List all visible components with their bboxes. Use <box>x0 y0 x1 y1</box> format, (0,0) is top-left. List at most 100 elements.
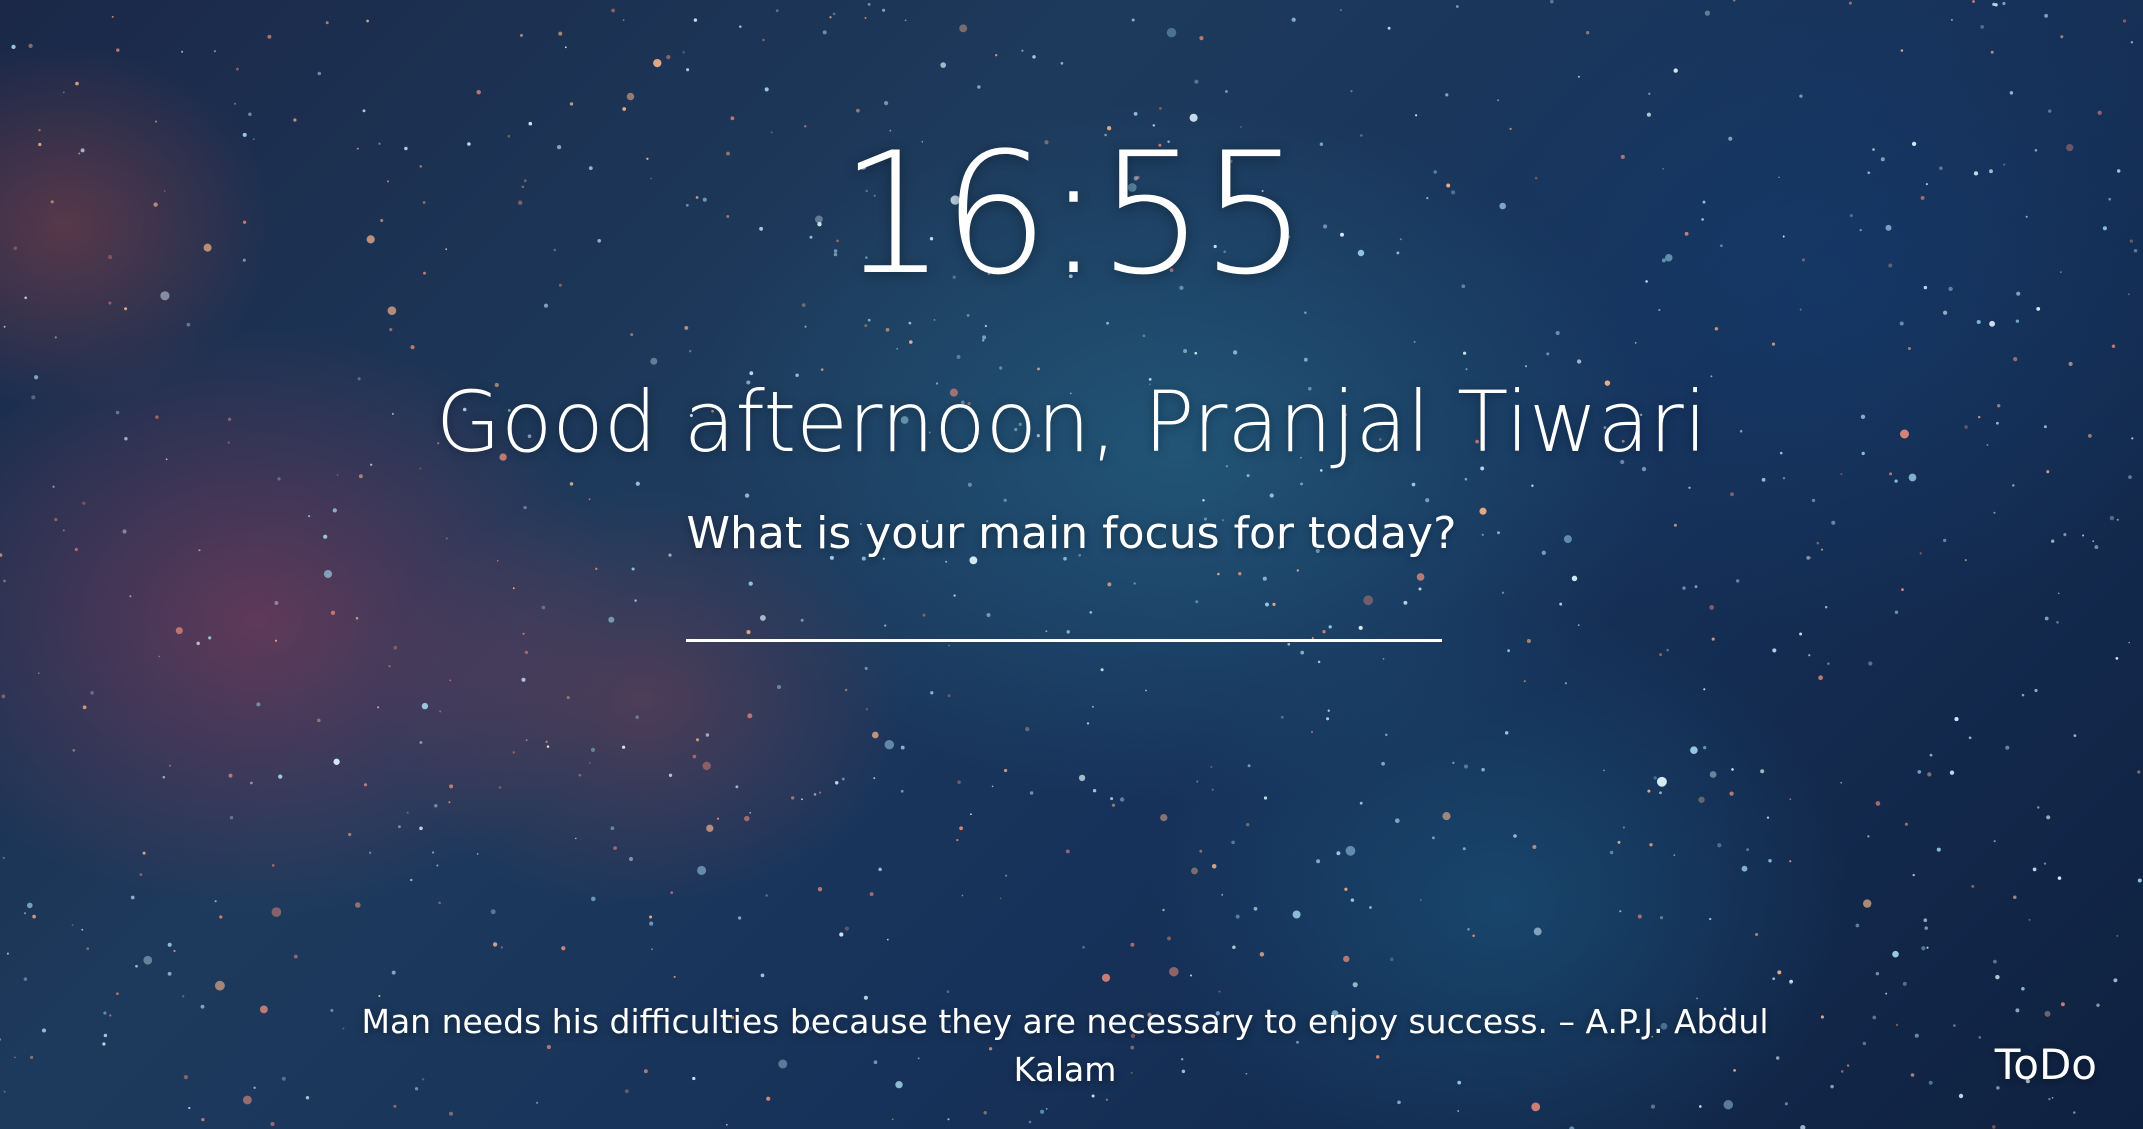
star-speck <box>270 1121 275 1127</box>
star-speck <box>377 706 380 709</box>
star-speck <box>139 873 143 877</box>
star-speck <box>1694 585 1698 589</box>
star-speck <box>250 781 253 785</box>
star-speck <box>1907 346 1911 351</box>
star-speck <box>2128 641 2131 644</box>
star-speck <box>71 924 74 926</box>
star-speck <box>981 339 985 342</box>
star-speck <box>1942 310 1948 315</box>
star-speck <box>1316 859 1321 864</box>
star-speck <box>1646 112 1651 117</box>
star-speck <box>1021 49 1024 52</box>
star-speck <box>1425 498 1430 503</box>
star-speck <box>2057 876 2062 880</box>
star-speck <box>1659 916 1664 920</box>
star-speck <box>744 493 750 498</box>
star-speck <box>1768 858 1772 863</box>
star-speck <box>613 846 617 850</box>
star-speck <box>948 644 951 647</box>
star-speck <box>1040 1109 1045 1114</box>
star-speck <box>1191 867 1198 875</box>
star-speck <box>947 694 951 698</box>
star-speck <box>737 916 742 920</box>
star-speck <box>1808 654 1811 657</box>
focus-input[interactable] <box>686 586 1442 642</box>
star-speck <box>1352 982 1358 988</box>
star-speck <box>1703 746 1707 750</box>
star-speck <box>765 894 768 897</box>
star-speck <box>6 952 9 955</box>
star-speck <box>0 1038 2 1041</box>
star-speck <box>1637 914 1642 919</box>
star-speck <box>387 306 397 316</box>
star-speck <box>1777 970 1782 975</box>
star-speck <box>775 9 779 13</box>
star-speck <box>1005 874 1008 877</box>
star-speck <box>325 21 329 25</box>
greeting-text: Good afternoon, Pranjal Tiwari <box>435 373 1708 471</box>
star-speck <box>1994 3 1998 7</box>
star-speck <box>274 600 279 606</box>
star-speck <box>1872 1015 1877 1020</box>
star-speck <box>1811 498 1816 503</box>
star-speck <box>1782 476 1786 480</box>
star-speck <box>1895 1023 1899 1027</box>
star-speck <box>869 892 874 897</box>
star-speck <box>1105 1098 1109 1102</box>
star-speck <box>1394 818 1400 824</box>
star-speck <box>130 895 135 900</box>
star-speck <box>595 567 598 571</box>
star-speck <box>183 1074 189 1080</box>
clock-time: 16:55 <box>839 116 1307 312</box>
star-speck <box>1389 957 1394 962</box>
star-speck <box>1993 840 1996 843</box>
star-speck <box>1840 1070 1844 1073</box>
star-speck <box>1457 1110 1460 1112</box>
star-speck <box>1465 368 1468 371</box>
star-speck <box>1110 797 1114 801</box>
star-speck <box>610 826 615 831</box>
star-speck <box>747 713 753 719</box>
star-speck <box>476 90 481 95</box>
star-speck <box>970 813 972 816</box>
star-speck <box>1082 945 1085 949</box>
star-speck <box>730 116 735 121</box>
star-speck <box>1533 927 1542 936</box>
star-speck <box>1504 731 1509 735</box>
star-speck <box>1269 493 1274 498</box>
star-speck <box>977 85 981 89</box>
star-speck <box>1344 887 1348 891</box>
star-speck <box>1531 1102 1541 1112</box>
star-speck <box>1972 0 1975 3</box>
star-speck <box>234 102 237 105</box>
star-speck <box>817 887 823 892</box>
star-speck <box>1741 865 1748 872</box>
star-speck <box>2060 35 2064 39</box>
star-speck <box>1710 375 1713 378</box>
star-speck <box>545 740 548 743</box>
star-speck <box>1166 27 1177 38</box>
star-speck <box>135 964 138 968</box>
star-speck <box>1730 492 1734 497</box>
star-speck <box>1732 0 1736 2</box>
star-speck <box>1101 973 1111 982</box>
star-speck <box>336 474 339 476</box>
star-speck <box>1746 848 1750 852</box>
star-speck <box>2013 357 2018 362</box>
star-speck <box>23 977 28 981</box>
star-speck <box>1885 992 1888 995</box>
todo-button[interactable]: ToDo <box>1995 1040 2097 1089</box>
star-speck <box>1917 770 1922 774</box>
star-speck <box>2137 770 2141 774</box>
star-speck <box>406 811 409 814</box>
star-speck <box>2097 110 2102 115</box>
star-speck <box>1688 486 1691 489</box>
star-speck <box>1990 50 1994 54</box>
star-speck <box>1199 36 1204 41</box>
star-speck <box>630 333 634 337</box>
star-speck <box>1442 812 1451 821</box>
star-speck <box>1818 675 1823 681</box>
star-speck <box>1723 1099 1734 1110</box>
star-speck <box>1369 906 1372 909</box>
star-speck <box>884 101 889 106</box>
